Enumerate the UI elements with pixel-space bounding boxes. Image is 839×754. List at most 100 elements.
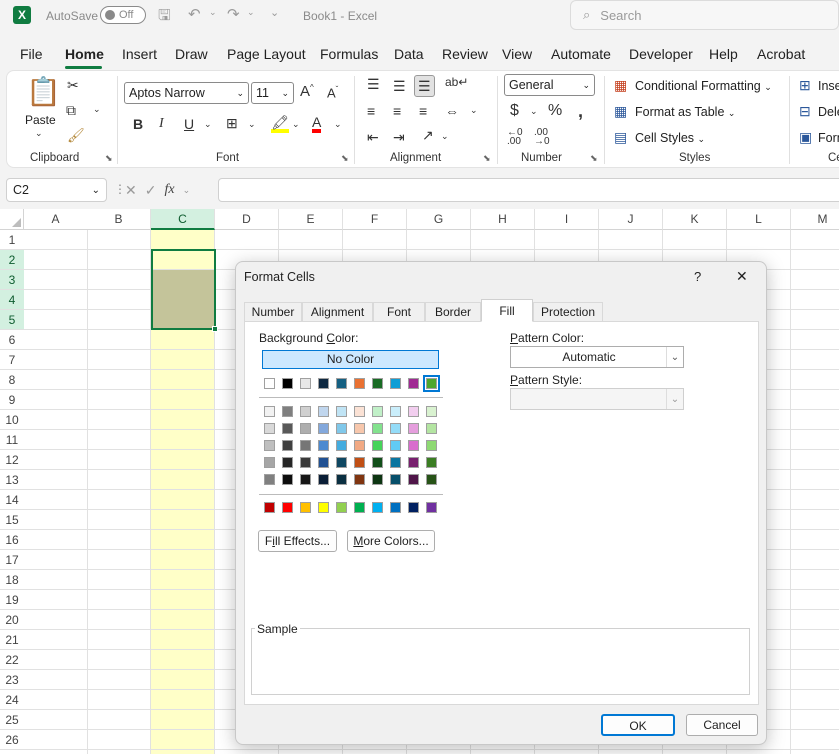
standard-color-swatch[interactable] [354,502,365,513]
tab-border[interactable]: Border [425,302,481,321]
tint-color-swatch[interactable] [408,423,419,434]
delete-cells-button[interactable]: Dele [818,105,839,119]
row-header-3[interactable]: 3 [0,270,24,290]
standard-color-swatch[interactable] [264,502,275,513]
tab-protection[interactable]: Protection [533,302,603,321]
tint-color-swatch[interactable] [426,474,437,485]
tint-color-swatch[interactable] [264,457,275,468]
comma-style-icon[interactable]: , [578,102,583,120]
fill-handle[interactable] [212,326,218,332]
tint-color-swatch[interactable] [390,423,401,434]
row-header-21[interactable]: 21 [0,630,24,650]
row-header-10[interactable]: 10 [0,410,24,430]
row-header-23[interactable]: 23 [0,670,24,690]
more-colors-button[interactable]: More Colors... [347,530,435,552]
row-header-2[interactable]: 2 [0,250,24,270]
align-right-icon[interactable]: ≡ [419,104,427,118]
format-cells-button[interactable]: Forn [818,131,839,145]
standard-color-swatch[interactable] [336,502,347,513]
row-header-26[interactable]: 26 [0,730,24,750]
standard-color-swatch[interactable] [390,502,401,513]
tab-alignment[interactable]: Alignment [302,302,373,321]
confirm-entry-icon[interactable]: ✓ [145,182,157,199]
menu-draw[interactable]: Draw [175,46,208,62]
theme-color-swatch[interactable] [336,378,347,389]
align-left-icon[interactable]: ≡ [367,104,375,118]
tint-color-swatch[interactable] [390,474,401,485]
tint-color-swatch[interactable] [354,440,365,451]
wrap-text-icon[interactable]: ab↵ [445,76,468,88]
tint-color-swatch[interactable] [354,474,365,485]
align-middle-icon[interactable]: ☰ [393,79,406,93]
theme-color-swatch[interactable] [408,378,419,389]
tint-color-swatch[interactable] [372,406,383,417]
font-name-combo[interactable]: Aptos Narrow ⌄ [124,82,249,104]
conditional-formatting-button[interactable]: Conditional Formatting ⌄ [635,79,772,93]
tint-color-swatch[interactable] [282,406,293,417]
standard-color-swatch[interactable] [426,502,437,513]
column-header-k[interactable]: K [663,209,727,230]
number-launcher-icon[interactable]: ⬊ [590,153,598,164]
row-header-16[interactable]: 16 [0,530,24,550]
tab-font[interactable]: Font [373,302,425,321]
row-header-24[interactable]: 24 [0,690,24,710]
menu-view[interactable]: View [502,46,532,62]
column-header-h[interactable]: H [471,209,535,230]
italic-icon[interactable]: I [159,117,164,131]
undo-dropdown-icon[interactable]: ⌄ [209,7,217,18]
insert-function-icon[interactable]: fx [164,182,174,198]
theme-color-swatch[interactable] [318,378,329,389]
row-header-18[interactable]: 18 [0,570,24,590]
tab-number[interactable]: Number [244,302,302,321]
tint-color-swatch[interactable] [300,423,311,434]
column-header-i[interactable]: I [535,209,599,230]
paste-icon[interactable]: 📋 [26,78,61,106]
tint-color-swatch[interactable] [336,440,347,451]
align-center-icon[interactable]: ≡ [393,104,401,118]
search-box[interactable]: ⌕ Search [570,0,839,30]
tint-color-swatch[interactable] [372,440,383,451]
row-header-9[interactable]: 9 [0,390,24,410]
column-header-d[interactable]: D [215,209,279,230]
row-header-4[interactable]: 4 [0,290,24,310]
tint-color-swatch[interactable] [390,406,401,417]
row-header-15[interactable]: 15 [0,510,24,530]
tint-color-swatch[interactable] [300,406,311,417]
theme-color-swatch[interactable] [390,378,401,389]
cut-icon[interactable]: ✂ [67,78,79,92]
font-launcher-icon[interactable]: ⬊ [341,153,349,164]
cell-styles-button[interactable]: Cell Styles ⌄ [635,131,705,145]
menu-file[interactable]: File [20,46,43,62]
tint-color-swatch[interactable] [282,474,293,485]
format-painter-icon[interactable]: 🖌 [67,128,85,142]
merge-center-icon[interactable]: ⇔ [445,104,459,118]
menu-page-layout[interactable]: Page Layout [227,46,306,62]
tint-color-swatch[interactable] [282,457,293,468]
align-top-icon[interactable]: ☰ [367,77,380,91]
paste-button[interactable]: Paste [25,113,56,127]
name-box[interactable]: C2 ⌄ [6,178,107,202]
tint-color-swatch[interactable] [426,423,437,434]
tint-color-swatch[interactable] [282,440,293,451]
row-header-25[interactable]: 25 [0,710,24,730]
font-color-icon[interactable]: A [312,115,322,133]
fill-color-dropdown-icon[interactable]: ⌄ [292,120,300,129]
row-header-11[interactable]: 11 [0,430,24,450]
row-header-22[interactable]: 22 [0,650,24,670]
column-header-a[interactable]: A [24,209,88,230]
tint-color-swatch[interactable] [318,457,329,468]
cancel-entry-icon[interactable]: ✕ [125,182,137,199]
row-header-5[interactable]: 5 [0,310,24,330]
font-size-combo[interactable]: 11 ⌄ [251,82,294,104]
theme-color-swatch[interactable] [282,378,293,389]
column-header-j[interactable]: J [599,209,663,230]
format-as-table-button[interactable]: Format as Table ⌄ [635,105,735,119]
theme-color-swatch[interactable] [423,375,440,392]
row-header-8[interactable]: 8 [0,370,24,390]
alignment-launcher-icon[interactable]: ⬊ [483,153,491,164]
row-header-12[interactable]: 12 [0,450,24,470]
orientation-dropdown-icon[interactable]: ⌄ [441,132,449,141]
menu-formulas[interactable]: Formulas [320,46,378,62]
row-header-13[interactable]: 13 [0,470,24,490]
font-color-dropdown-icon[interactable]: ⌄ [334,120,342,129]
